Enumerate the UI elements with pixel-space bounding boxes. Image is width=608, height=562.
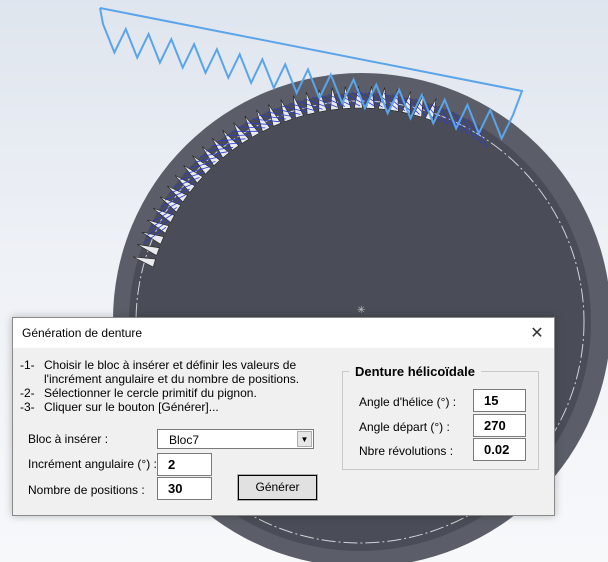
instruction-line-2: -2- Sélectionner le cercle primitif du pi… — [20, 386, 257, 400]
bloc-select-value: Bloc7 — [169, 433, 200, 447]
revolutions-label: Nbre révolutions : — [359, 444, 454, 458]
bloc-select[interactable]: Bloc7 ▼ — [157, 429, 314, 449]
dialog-title: Génération de denture — [22, 326, 143, 340]
start-angle-label: Angle départ (°) : — [359, 420, 450, 434]
instruction-line-1b: l'incrément angulaire et du nombre de po… — [44, 372, 300, 386]
helix-angle-input[interactable]: 15 — [473, 389, 526, 412]
generate-button[interactable]: Générer — [237, 474, 318, 501]
start-angle-input[interactable]: 270 — [473, 414, 526, 437]
positions-label: Nombre de positions : — [28, 483, 145, 497]
positions-input[interactable]: 30 — [157, 477, 212, 500]
dialog-window: Génération de denture ✕ -1- Choisir le bl… — [12, 317, 555, 516]
increment-input[interactable]: 2 — [157, 453, 212, 476]
increment-label: Incrément angulaire (°) : — [28, 457, 157, 471]
close-icon[interactable]: ✕ — [520, 318, 554, 348]
helix-angle-label: Angle d'hélice (°) : — [359, 395, 457, 409]
dialog-titlebar[interactable]: Génération de denture ✕ — [13, 318, 554, 348]
revolutions-input[interactable]: 0.02 — [473, 438, 526, 461]
gear-center-mark: ✳ — [357, 305, 365, 316]
chevron-down-icon[interactable]: ▼ — [297, 431, 312, 447]
helical-group-title: Denture hélicoïdale — [349, 364, 481, 379]
bloc-label: Bloc à insérer : — [28, 432, 109, 446]
instruction-line-1: -1- Choisir le bloc à insérer et définir … — [20, 358, 297, 372]
instruction-line-3: -3- Cliquer sur le bouton [Générer]... — [20, 400, 219, 414]
